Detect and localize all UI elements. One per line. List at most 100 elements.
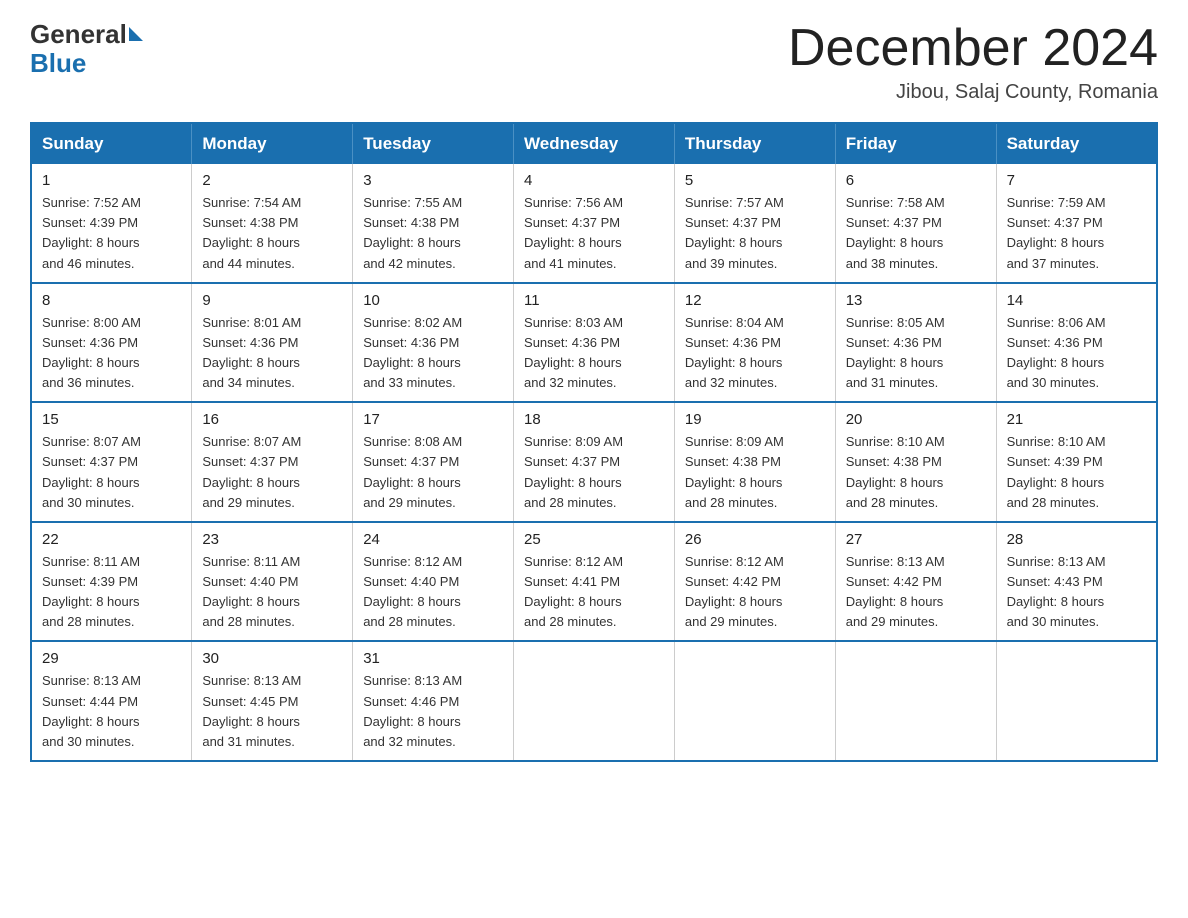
- weekday-header-saturday: Saturday: [996, 123, 1157, 164]
- day-info: Sunrise: 8:11 AM Sunset: 4:39 PM Dayligh…: [42, 552, 181, 633]
- day-number: 20: [846, 411, 986, 428]
- day-info: Sunrise: 8:06 AM Sunset: 4:36 PM Dayligh…: [1007, 313, 1146, 394]
- calendar-day-10: 10Sunrise: 8:02 AM Sunset: 4:36 PM Dayli…: [353, 283, 514, 403]
- logo-blue: Blue: [30, 48, 86, 78]
- calendar-empty-cell: [835, 641, 996, 761]
- calendar-day-21: 21 Sunrise: 8:10 AM Sunset: 4:39 PM Dayli…: [996, 402, 1157, 522]
- day-info: Sunrise: 7:54 AM Sunset: 4:38 PM Dayligh…: [202, 193, 342, 274]
- day-number: 3: [363, 172, 503, 189]
- calendar-day-17: 17 Sunrise: 8:08 AM Sunset: 4:37 PM Dayli…: [353, 402, 514, 522]
- calendar-day-2: 2 Sunrise: 7:54 AM Sunset: 4:38 PM Daylig…: [192, 164, 353, 283]
- calendar-day-5: 5Sunrise: 7:57 AM Sunset: 4:37 PM Daylig…: [674, 164, 835, 283]
- page-header: General Blue December 2024 Jibou, Salaj …: [30, 20, 1158, 104]
- day-number: 14: [1007, 292, 1146, 309]
- day-number: 27: [846, 531, 986, 548]
- day-number: 26: [685, 531, 825, 548]
- calendar-day-20: 20 Sunrise: 8:10 AM Sunset: 4:38 PM Dayli…: [835, 402, 996, 522]
- day-number: 23: [202, 531, 342, 548]
- day-number: 17: [363, 411, 503, 428]
- calendar-day-13: 13 Sunrise: 8:05 AM Sunset: 4:36 PM Dayli…: [835, 283, 996, 403]
- day-number: 13: [846, 292, 986, 309]
- day-number: 15: [42, 411, 181, 428]
- calendar-day-9: 9 Sunrise: 8:01 AM Sunset: 4:36 PM Daylig…: [192, 283, 353, 403]
- calendar-week-row: 8 Sunrise: 8:00 AM Sunset: 4:36 PM Daylig…: [31, 283, 1157, 403]
- day-number: 19: [685, 411, 825, 428]
- calendar-day-8: 8 Sunrise: 8:00 AM Sunset: 4:36 PM Daylig…: [31, 283, 192, 403]
- calendar-day-14: 14 Sunrise: 8:06 AM Sunset: 4:36 PM Dayli…: [996, 283, 1157, 403]
- day-info: Sunrise: 8:07 AM Sunset: 4:37 PM Dayligh…: [202, 432, 342, 513]
- calendar-week-row: 15 Sunrise: 8:07 AM Sunset: 4:37 PM Dayli…: [31, 402, 1157, 522]
- calendar-table: SundayMondayTuesdayWednesdayThursdayFrid…: [30, 122, 1158, 762]
- logo-text: General Blue: [30, 20, 145, 77]
- logo-general: General: [30, 19, 127, 49]
- day-info: Sunrise: 8:04 AM Sunset: 4:36 PM Dayligh…: [685, 313, 825, 394]
- calendar-day-24: 24 Sunrise: 8:12 AM Sunset: 4:40 PM Dayli…: [353, 522, 514, 642]
- calendar-day-25: 25 Sunrise: 8:12 AM Sunset: 4:41 PM Dayli…: [514, 522, 675, 642]
- day-number: 25: [524, 531, 664, 548]
- calendar-day-19: 19 Sunrise: 8:09 AM Sunset: 4:38 PM Dayli…: [674, 402, 835, 522]
- day-number: 29: [42, 650, 181, 667]
- calendar-day-16: 16 Sunrise: 8:07 AM Sunset: 4:37 PM Dayli…: [192, 402, 353, 522]
- calendar-day-12: 12Sunrise: 8:04 AM Sunset: 4:36 PM Dayli…: [674, 283, 835, 403]
- day-info: Sunrise: 8:12 AM Sunset: 4:41 PM Dayligh…: [524, 552, 664, 633]
- logo-triangle: [129, 27, 143, 41]
- day-info: Sunrise: 8:12 AM Sunset: 4:40 PM Dayligh…: [363, 552, 503, 633]
- day-number: 7: [1007, 172, 1146, 189]
- weekday-header-friday: Friday: [835, 123, 996, 164]
- day-number: 31: [363, 650, 503, 667]
- weekday-header-monday: Monday: [192, 123, 353, 164]
- day-number: 2: [202, 172, 342, 189]
- day-number: 8: [42, 292, 181, 309]
- day-info: Sunrise: 8:10 AM Sunset: 4:38 PM Dayligh…: [846, 432, 986, 513]
- calendar-header-row: SundayMondayTuesdayWednesdayThursdayFrid…: [31, 123, 1157, 164]
- title-block: December 2024 Jibou, Salaj County, Roman…: [788, 20, 1158, 104]
- day-info: Sunrise: 7:59 AM Sunset: 4:37 PM Dayligh…: [1007, 193, 1146, 274]
- calendar-day-7: 7 Sunrise: 7:59 AM Sunset: 4:37 PM Daylig…: [996, 164, 1157, 283]
- calendar-empty-cell: [514, 641, 675, 761]
- day-number: 22: [42, 531, 181, 548]
- day-info: Sunrise: 8:09 AM Sunset: 4:38 PM Dayligh…: [685, 432, 825, 513]
- day-info: Sunrise: 8:08 AM Sunset: 4:37 PM Dayligh…: [363, 432, 503, 513]
- calendar-day-15: 15 Sunrise: 8:07 AM Sunset: 4:37 PM Dayli…: [31, 402, 192, 522]
- weekday-header-sunday: Sunday: [31, 123, 192, 164]
- calendar-day-26: 26 Sunrise: 8:12 AM Sunset: 4:42 PM Dayli…: [674, 522, 835, 642]
- day-info: Sunrise: 7:57 AM Sunset: 4:37 PM Dayligh…: [685, 193, 825, 274]
- day-info: Sunrise: 8:07 AM Sunset: 4:37 PM Dayligh…: [42, 432, 181, 513]
- calendar-day-11: 11 Sunrise: 8:03 AM Sunset: 4:36 PM Dayli…: [514, 283, 675, 403]
- logo: General Blue: [30, 20, 145, 77]
- calendar-empty-cell: [674, 641, 835, 761]
- day-number: 21: [1007, 411, 1146, 428]
- calendar-week-row: 22 Sunrise: 8:11 AM Sunset: 4:39 PM Dayli…: [31, 522, 1157, 642]
- calendar-day-3: 3Sunrise: 7:55 AM Sunset: 4:38 PM Daylig…: [353, 164, 514, 283]
- calendar-day-28: 28Sunrise: 8:13 AM Sunset: 4:43 PM Dayli…: [996, 522, 1157, 642]
- calendar-week-row: 1Sunrise: 7:52 AM Sunset: 4:39 PM Daylig…: [31, 164, 1157, 283]
- day-info: Sunrise: 8:13 AM Sunset: 4:46 PM Dayligh…: [363, 671, 503, 752]
- weekday-header-tuesday: Tuesday: [353, 123, 514, 164]
- calendar-empty-cell: [996, 641, 1157, 761]
- day-number: 16: [202, 411, 342, 428]
- calendar-day-22: 22 Sunrise: 8:11 AM Sunset: 4:39 PM Dayli…: [31, 522, 192, 642]
- weekday-header-wednesday: Wednesday: [514, 123, 675, 164]
- day-info: Sunrise: 8:01 AM Sunset: 4:36 PM Dayligh…: [202, 313, 342, 394]
- day-number: 1: [42, 172, 181, 189]
- weekday-header-thursday: Thursday: [674, 123, 835, 164]
- day-info: Sunrise: 8:00 AM Sunset: 4:36 PM Dayligh…: [42, 313, 181, 394]
- day-info: Sunrise: 7:56 AM Sunset: 4:37 PM Dayligh…: [524, 193, 664, 274]
- day-info: Sunrise: 8:03 AM Sunset: 4:36 PM Dayligh…: [524, 313, 664, 394]
- calendar-day-6: 6 Sunrise: 7:58 AM Sunset: 4:37 PM Daylig…: [835, 164, 996, 283]
- day-number: 6: [846, 172, 986, 189]
- day-info: Sunrise: 8:13 AM Sunset: 4:44 PM Dayligh…: [42, 671, 181, 752]
- day-number: 9: [202, 292, 342, 309]
- day-info: Sunrise: 7:58 AM Sunset: 4:37 PM Dayligh…: [846, 193, 986, 274]
- day-number: 4: [524, 172, 664, 189]
- day-number: 24: [363, 531, 503, 548]
- calendar-day-30: 30Sunrise: 8:13 AM Sunset: 4:45 PM Dayli…: [192, 641, 353, 761]
- calendar-day-4: 4 Sunrise: 7:56 AM Sunset: 4:37 PM Daylig…: [514, 164, 675, 283]
- day-info: Sunrise: 8:02 AM Sunset: 4:36 PM Dayligh…: [363, 313, 503, 394]
- day-info: Sunrise: 8:12 AM Sunset: 4:42 PM Dayligh…: [685, 552, 825, 633]
- day-info: Sunrise: 8:11 AM Sunset: 4:40 PM Dayligh…: [202, 552, 342, 633]
- day-info: Sunrise: 8:10 AM Sunset: 4:39 PM Dayligh…: [1007, 432, 1146, 513]
- day-info: Sunrise: 8:05 AM Sunset: 4:36 PM Dayligh…: [846, 313, 986, 394]
- day-number: 18: [524, 411, 664, 428]
- day-number: 11: [524, 292, 664, 309]
